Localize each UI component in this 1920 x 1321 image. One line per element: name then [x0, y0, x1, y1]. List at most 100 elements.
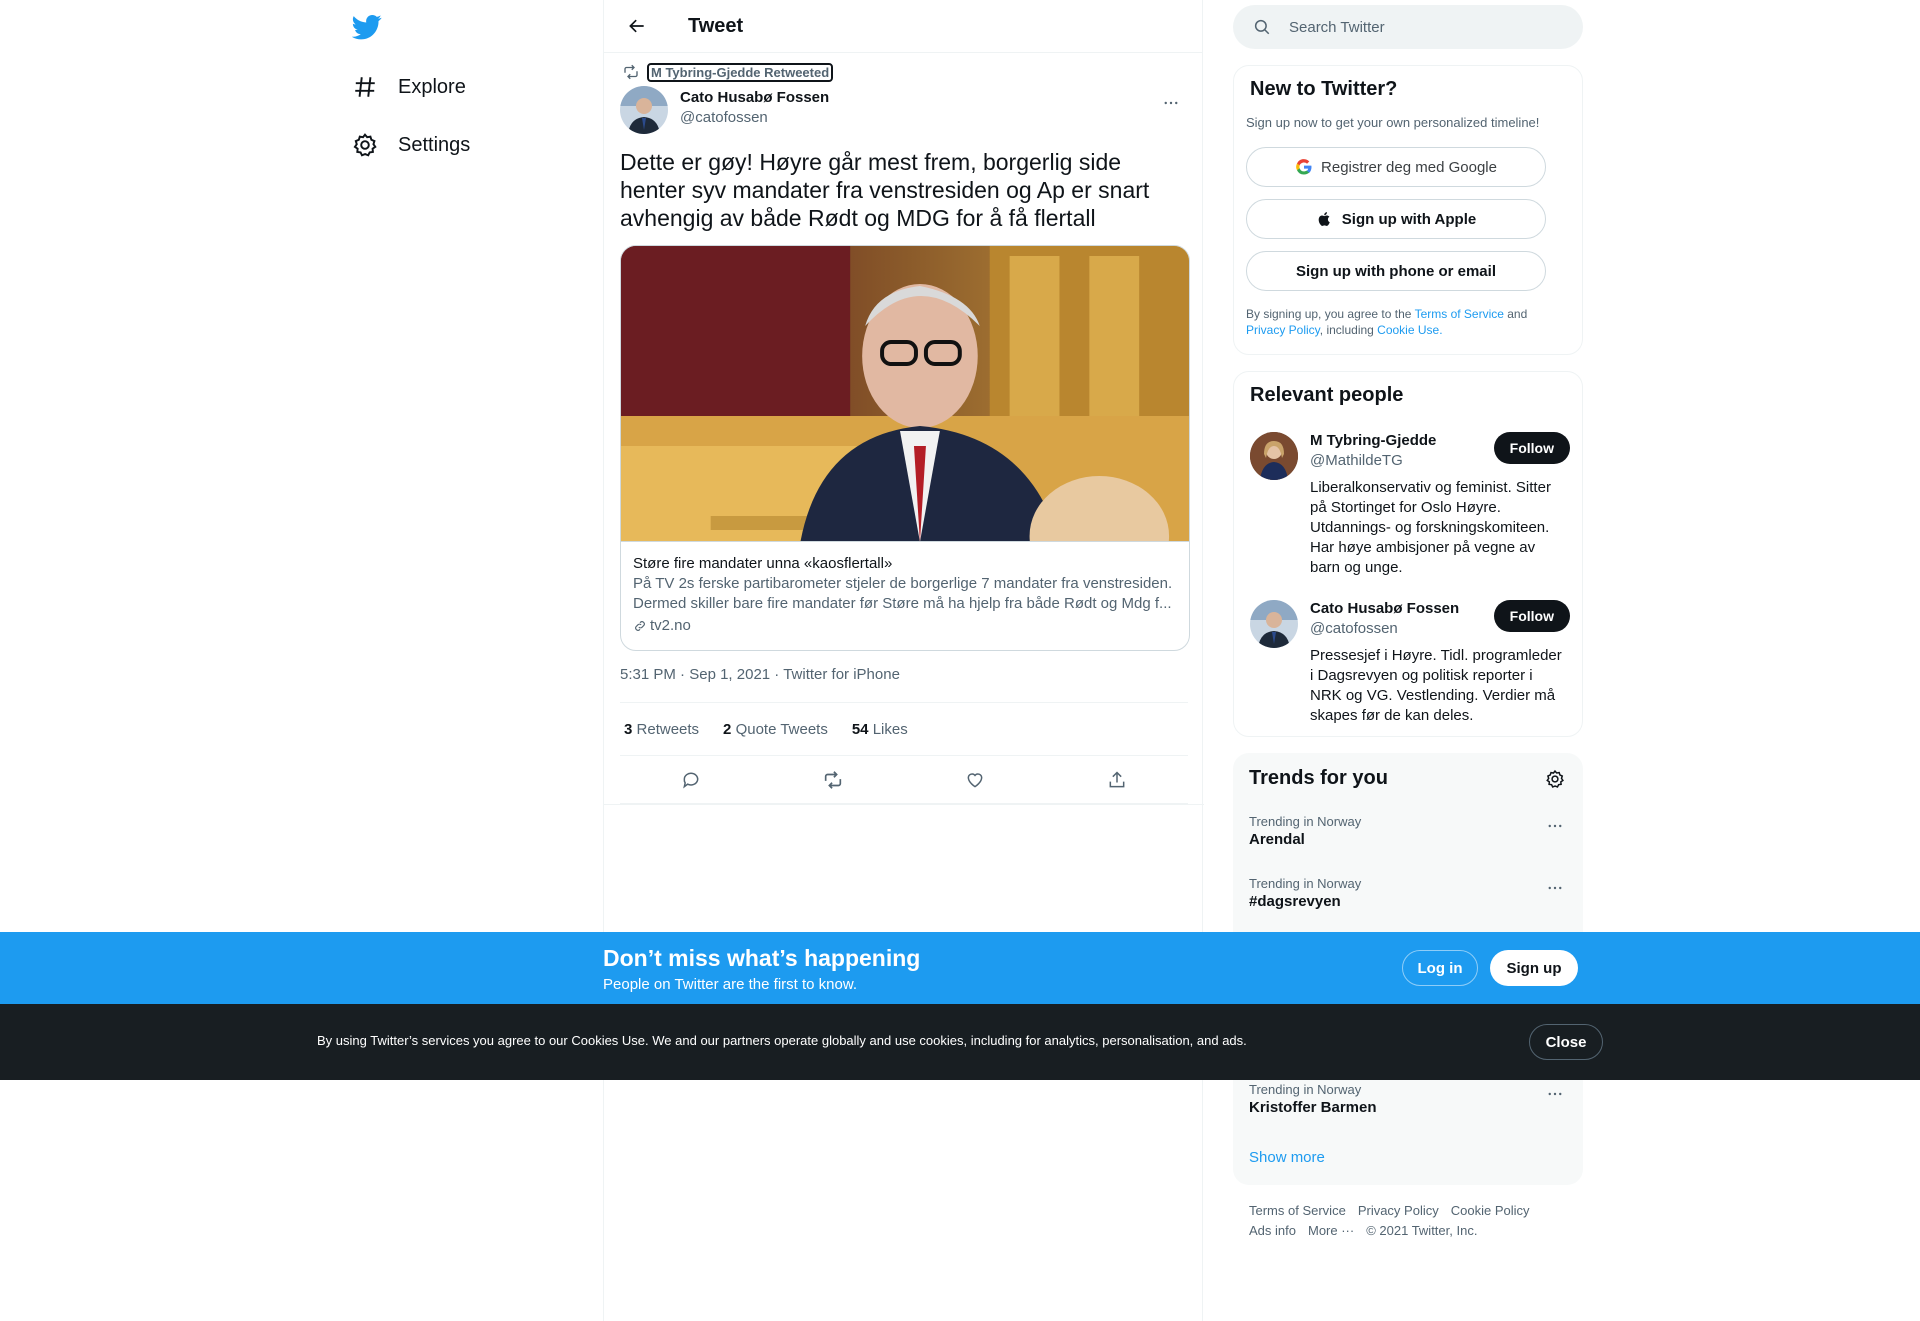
trend-name: Arendal [1249, 831, 1305, 848]
trend-name: Kristoffer Barmen [1249, 1099, 1377, 1116]
retweet-context: M Tybring-Gjedde Retweeted [620, 62, 834, 82]
terms-and: and [1503, 307, 1528, 321]
heart-icon [967, 772, 983, 788]
google-signup-label: Registrer deg med Google [1321, 158, 1497, 176]
author-avatar[interactable] [620, 86, 668, 134]
trend-more-icon[interactable] [1543, 876, 1567, 900]
person-handle[interactable]: @MathildeTG [1310, 452, 1403, 469]
main-header: Tweet [604, 0, 1202, 53]
footer-more-link[interactable]: More ··· [1308, 1223, 1354, 1238]
tweet-actions [620, 756, 1188, 804]
signup-button[interactable]: Sign up [1490, 950, 1578, 986]
show-more-link[interactable]: Show more [1249, 1149, 1325, 1166]
trend-more-icon[interactable] [1543, 1082, 1567, 1106]
retweet-action-icon [824, 770, 842, 789]
person-bio: Pressesjef i Høyre. Tidl. programleder i… [1310, 647, 1562, 724]
twitter-logo-icon[interactable] [351, 12, 384, 44]
card-title: Støre fire mandater unna «kaosflertall» [633, 555, 893, 572]
person-handle[interactable]: @catofossen [1310, 620, 1398, 637]
follow-button[interactable]: Follow [1493, 432, 1570, 464]
login-button[interactable]: Log in [1402, 950, 1478, 986]
new-to-twitter-box: New to Twitter? Sign up now to get your … [1233, 65, 1583, 355]
author-names: Cato Husabø Fossen @catofossen [680, 86, 829, 134]
footer-ads-link[interactable]: Ads info [1249, 1223, 1296, 1238]
share-button[interactable] [1099, 762, 1135, 798]
cookie-banner: By using Twitter’s services you agree to… [0, 1004, 1920, 1080]
card-description: På TV 2s ferske partibarometer stjeler d… [633, 575, 1173, 612]
link-card[interactable]: Støre fire mandater unna «kaosflertall» … [620, 245, 1190, 651]
relevant-people-box: Relevant people M Tybring-Gjedde @Mathil… [1233, 371, 1583, 737]
retweet-button[interactable] [815, 762, 851, 798]
tweet-meta: 5:31 PM · Sep 1, 2021 · Twitter for iPho… [620, 666, 900, 683]
cookie-close-button[interactable]: Close [1529, 1024, 1603, 1060]
apple-signup-label: Sign up with Apple [1341, 210, 1477, 228]
divider [604, 804, 1204, 805]
person-name[interactable]: M Tybring-Gjedde [1310, 432, 1436, 449]
footer-privacy-link[interactable]: Privacy Policy [1358, 1203, 1439, 1218]
cookie-use-link[interactable]: Cookie Use. [1377, 323, 1442, 337]
banner-subtitle: People on Twitter are the first to know. [603, 976, 858, 993]
tweet-more-button[interactable] [1154, 86, 1188, 120]
follow-button[interactable]: Follow [1493, 600, 1570, 632]
like-button[interactable] [957, 762, 993, 798]
google-signup-button[interactable]: Registrer deg med Google [1246, 147, 1546, 187]
person-avatar[interactable] [1250, 600, 1298, 648]
search-icon [1253, 18, 1271, 36]
author-handle[interactable]: @catofossen [680, 108, 829, 128]
banner-title: Don’t miss what’s happening [603, 945, 921, 971]
terms-including: , including [1319, 323, 1378, 337]
trend-item[interactable]: Trending in Norway Kristoffer Barmen [1249, 1082, 1567, 1116]
footer-cookie-link[interactable]: Cookie Policy [1451, 1203, 1530, 1218]
search-input[interactable] [1289, 18, 1549, 36]
footer-terms-link[interactable]: Terms of Service [1249, 1203, 1346, 1218]
new-to-twitter-subtitle: Sign up now to get your own personalized… [1246, 115, 1540, 130]
tweet-date[interactable]: Sep 1, 2021 [689, 666, 770, 683]
link-icon [633, 619, 647, 633]
nav-item-explore[interactable]: Explore [352, 65, 466, 109]
main-column: Tweet M Tybring-Gjedde Retweeted Cato Hu… [603, 0, 1204, 1321]
retweet-icon [622, 63, 640, 81]
trend-item[interactable]: Trending in Norway #dagsrevyen [1249, 876, 1567, 910]
reply-button[interactable] [673, 762, 709, 798]
retweets-label: Retweets [636, 720, 700, 738]
trends-settings-gear-icon[interactable] [1543, 767, 1567, 791]
trend-context: Trending in Norway [1249, 876, 1362, 891]
signup-terms: By signing up, you agree to the Terms of… [1246, 306, 1566, 338]
person-avatar[interactable] [1250, 432, 1298, 480]
back-button[interactable] [620, 9, 654, 43]
trend-name: #dagsrevyen [1249, 893, 1341, 910]
hashtag-icon [352, 74, 378, 100]
quote-tweets-stat[interactable]: 2 Quote Tweets [719, 721, 828, 738]
quotes-count: 2 [723, 720, 732, 738]
gear-icon [352, 132, 378, 158]
terms-of-service-link[interactable]: Terms of Service [1415, 307, 1504, 321]
arrow-left-icon [629, 19, 644, 33]
signup-banner: Don’t miss what’s happening People on Tw… [0, 932, 1920, 1004]
tweet-source[interactable]: Twitter for iPhone [783, 666, 900, 683]
tweet-time[interactable]: 5:31 PM [620, 666, 676, 683]
author-name[interactable]: Cato Husabø Fossen [680, 88, 829, 108]
terms-prefix: By signing up, you agree to the [1246, 307, 1415, 321]
likes-count: 54 [851, 720, 869, 738]
privacy-policy-link[interactable]: Privacy Policy [1246, 323, 1320, 337]
phone-email-signup-button[interactable]: Sign up with phone or email [1246, 251, 1546, 291]
apple-signup-button[interactable]: Sign up with Apple [1246, 199, 1546, 239]
trend-more-icon[interactable] [1543, 814, 1567, 838]
card-domain: tv2.no [633, 616, 1177, 636]
tweet-stats: 3 Retweets 2 Quote Tweets 54 Likes [620, 702, 1188, 756]
person-bio: Liberalkonservativ og feminist. Sitter p… [1310, 479, 1551, 576]
tweet-author: Cato Husabø Fossen @catofossen [620, 86, 1188, 134]
nav-label-explore: Explore [398, 75, 466, 98]
cookie-text: By using Twitter’s services you agree to… [317, 1033, 1247, 1048]
phone-signup-label: Sign up with phone or email [1295, 262, 1496, 280]
retweets-stat[interactable]: 3 Retweets [620, 721, 699, 738]
search-bar[interactable] [1233, 5, 1583, 49]
retweeted-by-link[interactable]: M Tybring-Gjedde Retweeted [646, 62, 834, 82]
more-icon [1164, 101, 1178, 105]
reply-icon [683, 772, 699, 788]
nav-item-settings[interactable]: Settings [352, 123, 470, 167]
nav-label-settings: Settings [398, 133, 471, 156]
likes-stat[interactable]: 54 Likes [848, 721, 908, 738]
trend-item[interactable]: Trending in Norway Arendal [1249, 814, 1567, 848]
person-name[interactable]: Cato Husabø Fossen [1310, 600, 1459, 617]
